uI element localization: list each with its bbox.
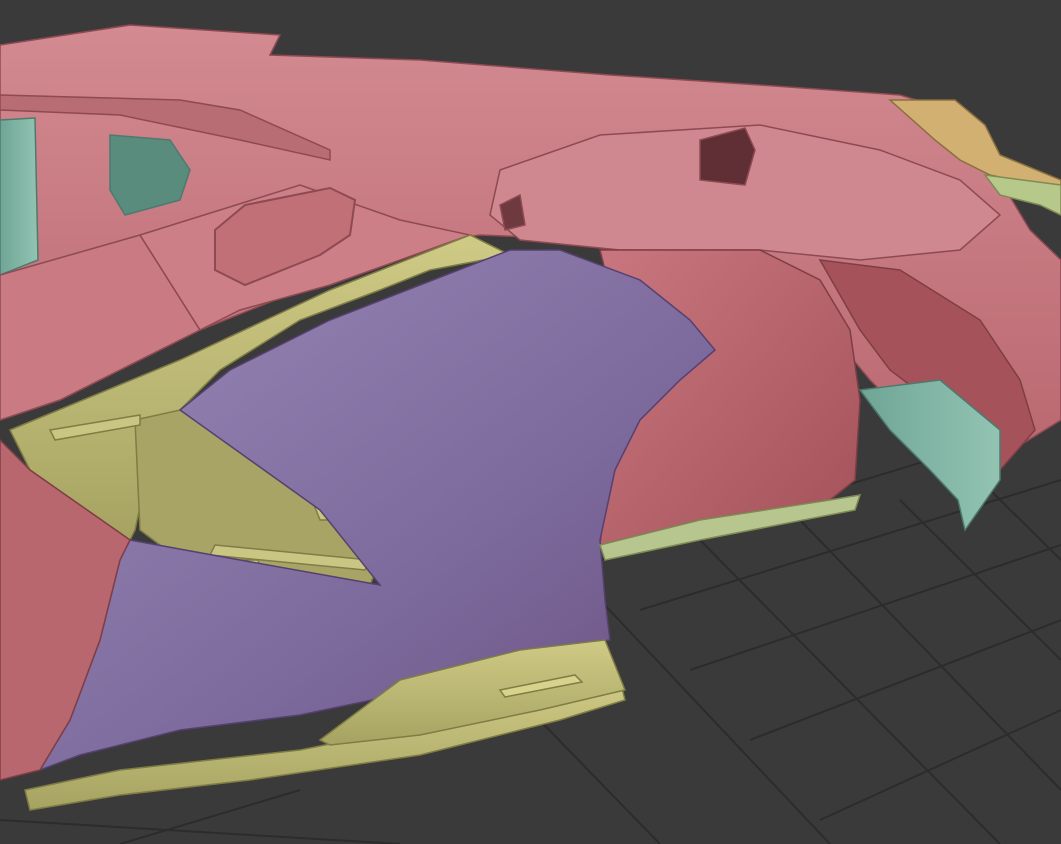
3d-viewport[interactable] <box>0 0 1061 844</box>
scene-canvas[interactable] <box>0 0 1061 844</box>
side-window <box>0 117 39 276</box>
